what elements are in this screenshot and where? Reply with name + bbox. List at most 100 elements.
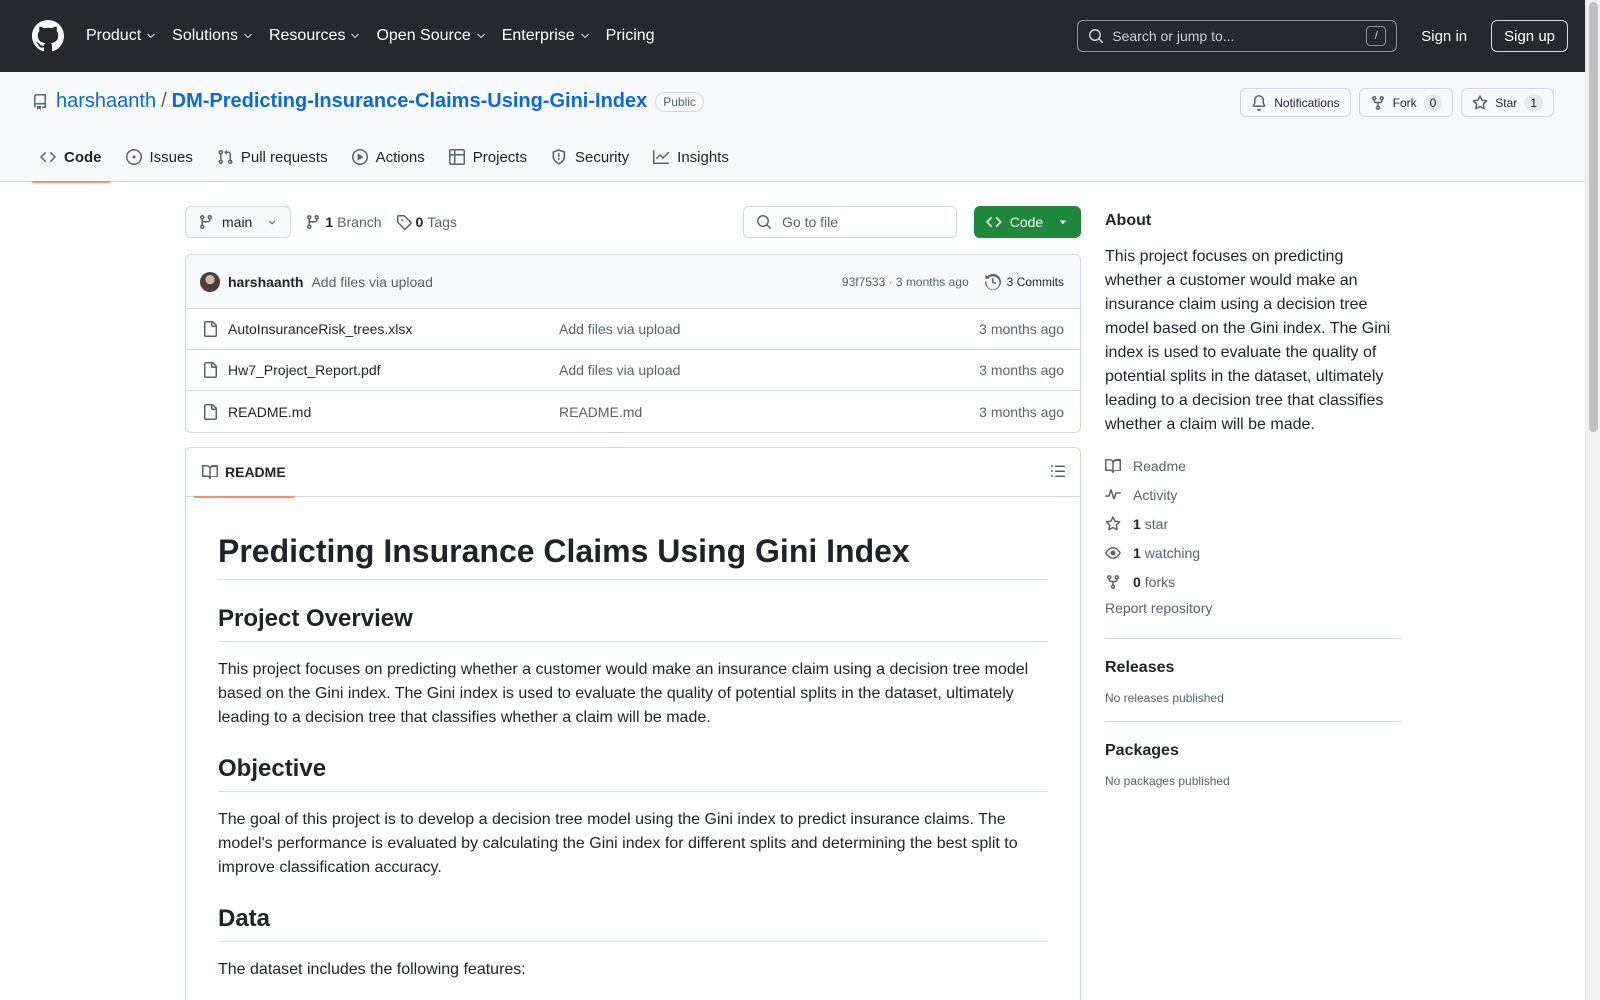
readme-tab[interactable]: README [194,448,294,498]
readme-heading-data: Data [218,904,1048,942]
table-icon [448,149,465,165]
star-icon [1472,94,1488,109]
activity-link[interactable]: Activity [1105,480,1401,509]
tab-insights[interactable]: Insights [645,132,737,182]
tab-pull-requests[interactable]: Pull requests [209,132,336,182]
readme-paragraph-overview: This project focuses on predicting wheth… [218,661,1029,726]
stars-link[interactable]: 1 star [1105,509,1401,538]
releases-title[interactable]: Releases [1105,659,1401,677]
table-row: Hw7_Project_Report.pdf Add files via upl… [186,350,1080,391]
scrollbar-thumb[interactable] [1589,2,1598,432]
tab-pull-requests-label: Pull requests [240,148,328,166]
tab-security[interactable]: Security [543,132,637,182]
about-sidebar: About This project focuses on predicting… [1105,212,1401,788]
nav-resources[interactable]: Resources [269,27,361,45]
table-row: AutoInsuranceRisk_trees.xlsx Add files v… [186,309,1080,350]
commits-history-link[interactable]: 3 Commits [984,273,1064,290]
about-links: Readme Activity 1 star 1 watching 0 fork… [1105,451,1401,596]
readme-tab-label: README [225,464,286,480]
fork-button[interactable]: Fork 0 [1358,88,1454,117]
pulse-icon [1105,488,1121,500]
star-icon [1105,515,1121,530]
repo-title: harshaanth / DM-Predicting-Insurance-Cla… [32,90,704,113]
file-name-link[interactable]: Hw7_Project_Report.pdf [228,362,559,378]
readme-panel: README Predicting Insurance Claims Using… [185,447,1081,1000]
nav-product-label: Product [86,27,142,44]
readme-link[interactable]: Readme [1105,451,1401,480]
star-label: Star [1495,95,1518,110]
star-button[interactable]: Star 1 [1461,88,1554,117]
forks-link[interactable]: 0 forks [1105,567,1401,596]
watchers-link[interactable]: 1 watching [1105,538,1401,567]
tab-issues-label: Issues [149,148,193,166]
avatar[interactable] [200,271,220,292]
branch-select-button[interactable]: main [185,206,292,238]
eye-icon [1105,546,1121,559]
tab-security-label: Security [574,148,630,166]
nav-resources-label: Resources [268,27,346,44]
report-repository-link[interactable]: Report repository [1105,600,1401,622]
tags-link[interactable]: 0 Tags [396,214,457,230]
tab-insights-label: Insights [677,148,729,166]
repo-tabs: Code Issues Pull requests Actions Projec… [32,132,745,183]
file-name-link[interactable]: README.md [228,404,559,420]
sign-up-button[interactable]: Sign up [1491,20,1568,52]
page-scrollbar[interactable] [1585,0,1600,1000]
branch-count-label: Branch [337,214,382,230]
nav-solutions[interactable]: Solutions [172,27,254,45]
table-row: README.md README.md 3 months ago [186,391,1080,432]
chevron-down-icon [147,33,155,39]
list-unordered-icon[interactable] [1050,463,1066,479]
readme-header: README [186,448,1080,498]
github-logo-icon[interactable] [32,20,64,52]
tag-count-label: Tags [427,214,457,230]
file-commit-message[interactable]: Add files via upload [559,321,680,337]
tab-projects[interactable]: Projects [441,132,535,182]
file-name-link[interactable]: AutoInsuranceRisk_trees.xlsx [228,321,559,337]
nav-enterprise[interactable]: Enterprise [502,27,591,45]
global-search-input[interactable]: Search or jump to... / [1077,20,1398,52]
tab-code-label: Code [64,148,102,166]
packages-title[interactable]: Packages [1105,742,1401,760]
chevron-down-icon [476,33,485,39]
notifications-label: Notifications [1274,95,1340,110]
notifications-button[interactable]: Notifications [1240,88,1351,117]
tab-projects-label: Projects [472,148,527,166]
triangle-down-icon [1059,220,1067,225]
code-dropdown-button[interactable]: Code [974,206,1081,238]
triangle-down-icon [269,220,276,225]
commit-sha-time[interactable]: 93f7533 · 3 months ago [842,275,969,289]
nav-pricing[interactable]: Pricing [606,27,655,45]
commit-message-link[interactable]: Add files via upload [311,274,432,290]
repo-actions: Notifications Fork 0 Star 1 [1232,88,1554,117]
repo-icon [33,93,46,110]
file-commit-message[interactable]: Add files via upload [559,362,680,378]
fork-icon [1371,95,1384,110]
sign-in-link[interactable]: Sign in [1421,28,1467,45]
shield-icon [552,149,566,165]
chevron-down-icon [244,33,252,39]
packages-section: Packages No packages published [1105,721,1401,788]
file-commit-message[interactable]: README.md [559,404,642,420]
forks-label: forks [1144,573,1176,590]
star-count: 1 [1524,94,1543,111]
git-branch-icon [307,214,320,230]
visibility-badge: Public [655,91,704,112]
history-icon [984,273,1001,290]
nav-open-source[interactable]: Open Source [376,27,486,45]
commit-author-link[interactable]: harshaanth [228,274,303,290]
readme-content: Predicting Insurance Claims Using Gini I… [186,531,1080,982]
tab-code[interactable]: Code [32,132,110,183]
nav-product[interactable]: Product [86,27,157,45]
tab-issues[interactable]: Issues [118,132,201,182]
stars-count: 1 [1133,515,1141,532]
repo-owner-link[interactable]: harshaanth [56,90,156,113]
readme-paragraph-data: The dataset includes the following featu… [218,961,526,978]
go-to-file-input[interactable]: Go to file [743,206,957,238]
watching-count: 1 [1133,544,1141,561]
branches-link[interactable]: 1 Branch [305,214,382,230]
search-placeholder: Search or jump to... [1112,28,1235,44]
tab-actions[interactable]: Actions [344,132,433,182]
repo-name-link[interactable]: DM-Predicting-Insurance-Claims-Using-Gin… [172,90,648,113]
nav-enterprise-label: Enterprise [501,27,575,44]
